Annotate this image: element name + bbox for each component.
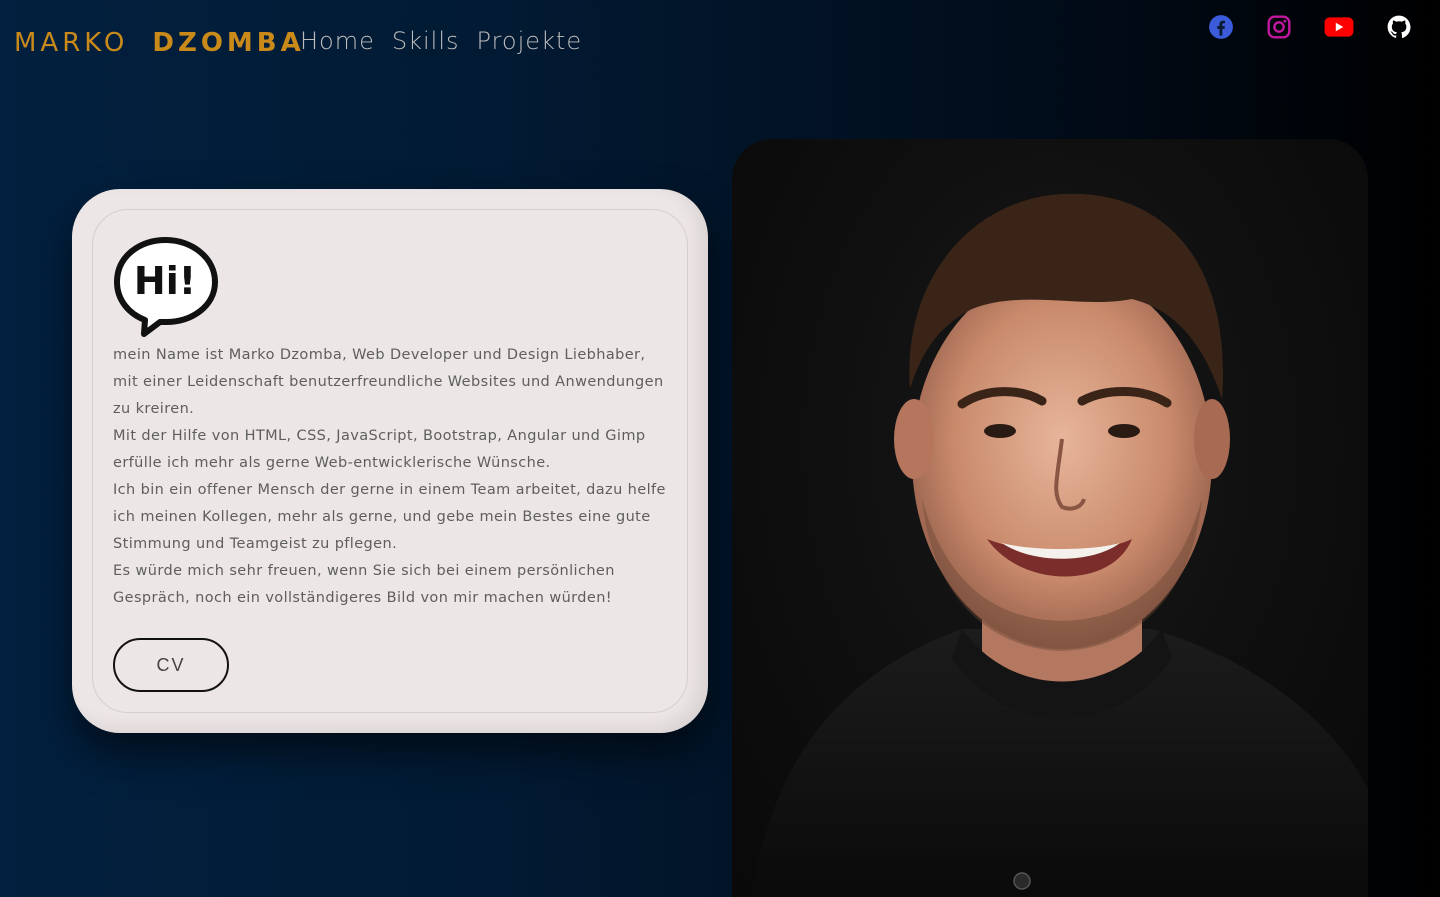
portrait-illustration — [752, 193, 1368, 897]
intro-paragraph: mein Name ist Marko Dzomba, Web Develope… — [113, 347, 664, 417]
facebook-icon[interactable] — [1208, 14, 1234, 40]
github-icon[interactable] — [1386, 14, 1412, 40]
site-logo[interactable]: MARKO DZOMBA — [14, 28, 305, 58]
instagram-icon[interactable] — [1266, 14, 1292, 40]
main-nav: Home Skills Projekte — [300, 27, 582, 55]
logo-first-name: MARKO — [14, 28, 129, 58]
top-navbar: MARKO DZOMBA Home Skills Projekte — [0, 0, 1440, 90]
intro-paragraph: Es würde mich sehr freuen, wenn Sie sich… — [113, 563, 615, 606]
cv-button[interactable]: CV — [113, 638, 229, 692]
nav-skills[interactable]: Skills — [392, 27, 460, 55]
hi-bubble-text: Hi! — [134, 259, 196, 303]
nav-projekte[interactable]: Projekte — [477, 27, 583, 55]
intro-text: mein Name ist Marko Dzomba, Web Develope… — [113, 342, 673, 612]
social-links — [1208, 14, 1412, 40]
profile-photo — [732, 139, 1368, 897]
youtube-icon[interactable] — [1324, 14, 1354, 40]
intro-paragraph: Mit der Hilfe von HTML, CSS, JavaScript,… — [113, 428, 646, 471]
intro-paragraph: Ich bin ein offener Mensch der gerne in … — [113, 482, 666, 552]
nav-home[interactable]: Home — [300, 27, 375, 55]
hi-speech-bubble-icon: Hi! — [114, 237, 218, 337]
logo-last-name: DZOMBA — [152, 28, 305, 58]
